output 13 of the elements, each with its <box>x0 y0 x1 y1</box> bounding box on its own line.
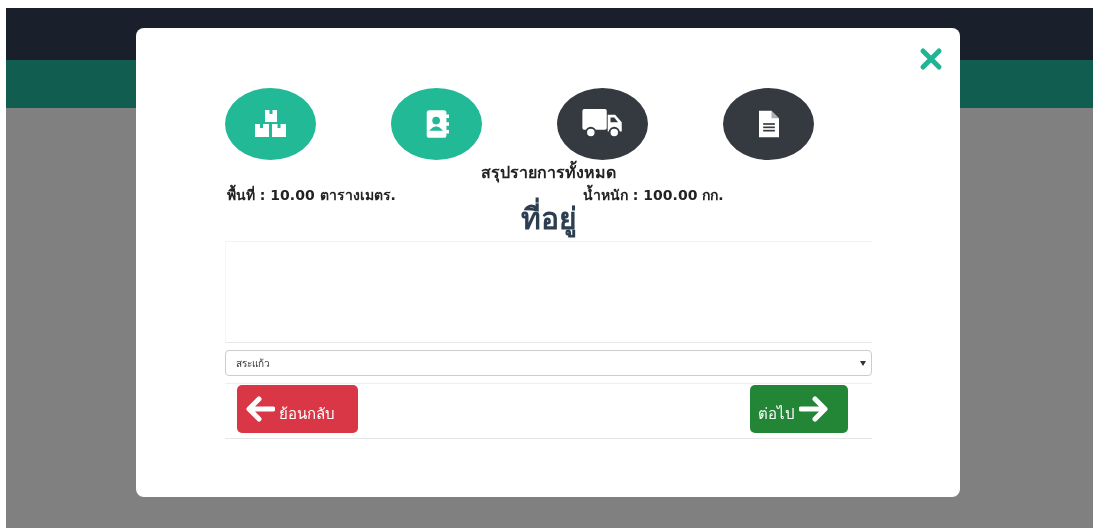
left-arrow-icon <box>245 396 275 422</box>
right-arrow-icon <box>799 396 829 422</box>
next-button[interactable]: ต่อไป <box>750 385 848 433</box>
boxes-icon <box>254 110 287 138</box>
weight-text: น้ำหนัก : 100.00 กก. <box>583 185 724 205</box>
close-icon[interactable] <box>919 47 943 71</box>
address-book-icon <box>424 110 449 138</box>
caret-icon <box>860 360 866 366</box>
summary-title: สรุปรายการทั้งหมด <box>225 161 872 185</box>
document-icon <box>758 110 779 138</box>
province-select[interactable]: สระแก้ว <box>225 350 872 376</box>
truck-icon <box>581 109 624 139</box>
back-button[interactable]: ย้อนกลับ <box>237 385 358 433</box>
